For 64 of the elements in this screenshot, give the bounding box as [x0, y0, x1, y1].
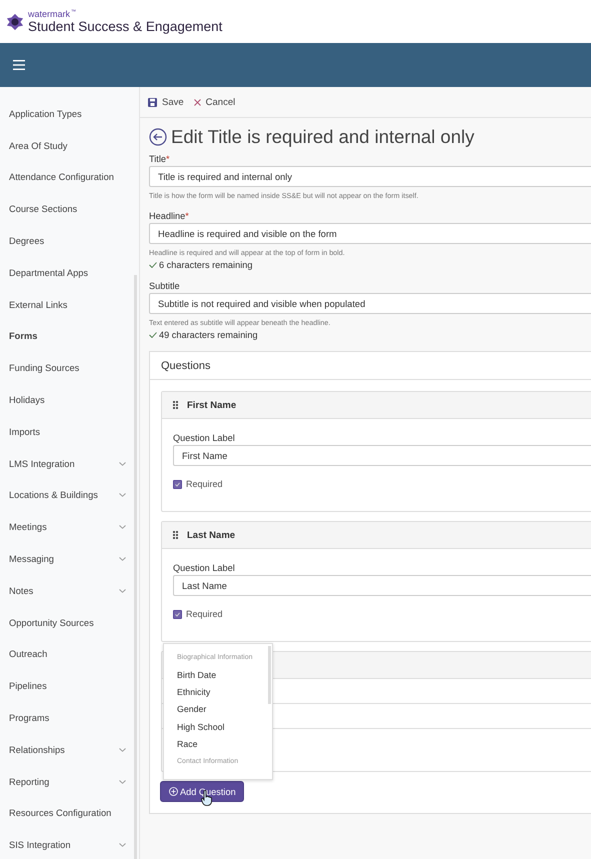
text-field[interactable]: Title is required and internal only [149, 166, 591, 187]
sidebar-item[interactable]: Locations & Buildings [0, 480, 139, 512]
logo-icon [6, 12, 24, 30]
sidebar-item[interactable]: Area Of Study [0, 130, 139, 162]
back-icon[interactable] [149, 128, 167, 146]
drag-handle-icon[interactable] [173, 401, 178, 409]
question-title: Last Name [187, 530, 236, 540]
product-name: Student Success & Engagement [28, 20, 222, 34]
sidebar-item[interactable]: Messaging [0, 543, 139, 575]
text-field[interactable]: Subtitle is not required and visible when populated [149, 293, 591, 314]
sidebar-item[interactable]: Funding Sources [0, 352, 139, 384]
sidebar-item[interactable]: Attendance Configuration [0, 162, 139, 194]
sidebar-item[interactable]: Outreach [0, 638, 139, 670]
sidebar-item[interactable]: SIS Integration [0, 829, 139, 859]
sidebar-item[interactable]: Departmental Apps [0, 256, 139, 289]
sidebar-item[interactable]: Meetings [0, 511, 139, 544]
field-label: Question Label [173, 433, 236, 443]
sidebar-item[interactable]: Resources Configuration [0, 798, 139, 830]
sidebar-item[interactable]: Notes [0, 574, 139, 607]
sidebar-item[interactable]: External Links [0, 288, 139, 321]
card-title: Questions [150, 352, 591, 380]
drag-handle-icon[interactable] [173, 531, 178, 539]
checkbox[interactable] [173, 480, 182, 488]
text-field[interactable]: Headline is required and visible on the form [149, 223, 591, 244]
page-title: Edit Title is required and internal only [171, 126, 474, 148]
sidebar-item[interactable]: Opportunity Sources [0, 606, 139, 639]
sidebar-item[interactable]: Forms [0, 320, 139, 352]
sidebar-item[interactable]: Relationships [0, 734, 139, 766]
sidebar-item[interactable]: Imports [0, 416, 139, 448]
sidebar-item[interactable]: Reporting [0, 766, 139, 798]
brand-name: watermark [28, 10, 70, 19]
text-field[interactable]: Last Name [173, 575, 591, 596]
check-icon [149, 262, 157, 268]
field-label: Subtitle [149, 281, 181, 291]
text-field[interactable]: First Name [173, 445, 591, 466]
checkbox-label: Required [186, 609, 223, 619]
question-title: First Name [187, 400, 236, 410]
sidebar-item[interactable]: Application Types [0, 98, 139, 130]
cancel-button[interactable]: Cancel [194, 96, 236, 108]
sidebar-item[interactable]: Holidays [0, 384, 139, 416]
menu-item[interactable]: Ethnicity [177, 683, 263, 701]
characters-remaining: 6 characters remaining [159, 260, 252, 270]
scrollbar[interactable] [268, 646, 271, 704]
sidebar-item[interactable]: Course Sections [0, 193, 139, 226]
plus-circle-icon [169, 787, 178, 796]
check-icon [149, 332, 157, 338]
close-icon [194, 98, 201, 106]
checkbox[interactable] [173, 610, 182, 618]
menu-item[interactable]: Gender [177, 700, 263, 718]
field-label: Question Label [173, 563, 236, 573]
sidebar-item[interactable]: Programs [0, 702, 139, 734]
menu-icon[interactable] [13, 60, 25, 70]
sidebar-item[interactable]: Degrees [0, 225, 139, 257]
sidebar-item[interactable]: LMS Integration [0, 448, 139, 480]
menu-item[interactable]: High School [177, 718, 263, 736]
save-button[interactable]: Save [148, 96, 184, 108]
menu-item[interactable]: Birth Date [177, 666, 263, 684]
menu-item[interactable]: Race [177, 736, 263, 753]
save-icon [148, 98, 157, 106]
characters-remaining: 49 characters remaining [159, 330, 258, 340]
field-label: Headline* [149, 211, 190, 221]
sidebar-item[interactable]: Pipelines [0, 670, 139, 702]
checkbox-label: Required [186, 479, 223, 489]
field-label: Title* [149, 154, 171, 164]
